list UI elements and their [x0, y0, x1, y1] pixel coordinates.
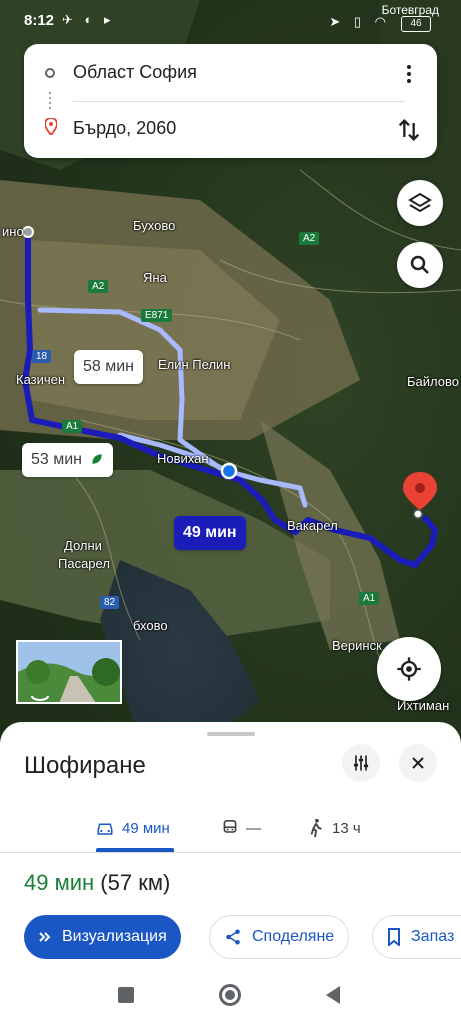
route-summary: 49 мин (57 км): [24, 870, 170, 896]
drag-handle[interactable]: [207, 732, 255, 736]
place-label: Бухово: [133, 218, 176, 233]
place-label: Пасарел: [58, 556, 110, 571]
place-label: ино: [2, 224, 24, 239]
layers-icon: [408, 192, 432, 213]
system-nav-bar: [0, 978, 461, 1024]
search-along-route-button[interactable]: [397, 242, 443, 288]
route-distance: (57 км): [100, 870, 171, 895]
share-button[interactable]: Споделяне: [209, 915, 350, 959]
train-icon: [223, 820, 237, 833]
status-bar: 8:12 ✈ ◐ ▸ Ботевград ➤ ▯ ◠ 46: [0, 0, 461, 40]
save-button[interactable]: Запаз: [372, 915, 461, 959]
road-shield: A2: [299, 232, 320, 245]
road-shield: A2: [88, 280, 109, 293]
car-icon: [97, 823, 113, 835]
road-shield: A1: [359, 592, 380, 605]
search-icon: [410, 255, 429, 274]
my-location-dot: [220, 462, 238, 480]
route-alt-bubble[interactable]: 58 мин: [74, 350, 144, 384]
origin-row[interactable]: Област София: [24, 52, 437, 92]
divider: [0, 852, 461, 853]
clock: 8:12: [24, 12, 55, 29]
street-view-thumbnail[interactable]: [16, 640, 122, 704]
place-label: Байлово: [407, 374, 459, 389]
destination-field[interactable]: Бърдо, 2060: [73, 118, 176, 139]
origin-field[interactable]: Област София: [73, 62, 197, 83]
origin-circle-icon: [45, 68, 55, 78]
back-icon[interactable]: [324, 985, 342, 1005]
walk-icon: [310, 818, 322, 838]
signal-icons: ➤ ▯ ◠: [329, 14, 391, 29]
directions-card: Област София Бърдо, 2060: [24, 44, 437, 158]
road-shield: 18: [32, 350, 52, 363]
sheet-title: Шофиране: [24, 752, 146, 779]
place-label: Веринск: [332, 638, 382, 653]
route-alt-bubble[interactable]: 53 мин: [22, 443, 114, 477]
destination-dot: [413, 509, 423, 519]
route-start-point: [22, 226, 34, 238]
crosshair-icon: [397, 657, 421, 681]
road-shield: A1: [62, 420, 83, 433]
close-icon: [412, 757, 424, 769]
battery-icon: 46: [401, 16, 431, 32]
street-view-image: [18, 642, 120, 702]
place-label: Казичен: [16, 372, 66, 387]
place-label: Долни: [64, 538, 102, 553]
tab-label: —: [246, 819, 261, 837]
destination-row[interactable]: Бърдо, 2060: [24, 108, 437, 148]
save-label: Запаз: [411, 928, 455, 945]
share-icon: [226, 929, 240, 945]
place-label: бхово: [133, 618, 168, 633]
road-shield: 82: [100, 596, 120, 609]
bookmark-icon: [388, 928, 400, 946]
divider: [73, 101, 405, 102]
preview-button[interactable]: Визуализация: [24, 915, 181, 959]
home-icon[interactable]: [219, 984, 241, 1006]
close-button[interactable]: [399, 744, 437, 782]
tab-label: 49 мин: [122, 819, 170, 837]
place-label: Новихан: [157, 451, 209, 466]
tab-driving[interactable]: 49 мин: [96, 810, 170, 846]
tab-walking[interactable]: 13 ч: [308, 810, 361, 846]
place-label: Елин Пелин: [158, 357, 231, 372]
directions-sheet: Шофиране 49 мин — 13 ч 49 мин (57 км) Ви…: [0, 722, 461, 978]
swap-icon[interactable]: [395, 116, 423, 144]
double-chevron-icon: [39, 932, 51, 942]
tab-label: 13 ч: [332, 819, 361, 837]
route-options-button[interactable]: [342, 744, 380, 782]
share-label: Споделяне: [252, 928, 335, 945]
my-location-button[interactable]: [377, 637, 441, 701]
destination-pin-icon: [45, 118, 57, 135]
tab-transit[interactable]: —: [222, 810, 261, 846]
preview-label: Визуализация: [62, 928, 167, 945]
place-label: Яна: [143, 270, 167, 285]
eco-leaf-icon: [92, 454, 103, 464]
route-selected-bubble[interactable]: 49 мин: [174, 516, 246, 550]
route-duration: 49 мин: [24, 870, 95, 895]
more-vert-icon[interactable]: [397, 62, 421, 86]
place-label: Вакарел: [287, 518, 338, 533]
tune-icon: [353, 755, 369, 771]
recents-icon[interactable]: [118, 987, 134, 1003]
road-shield: E871: [141, 309, 173, 322]
layers-button[interactable]: [397, 180, 443, 226]
notification-icons: ✈ ◐ ▸: [62, 12, 115, 27]
